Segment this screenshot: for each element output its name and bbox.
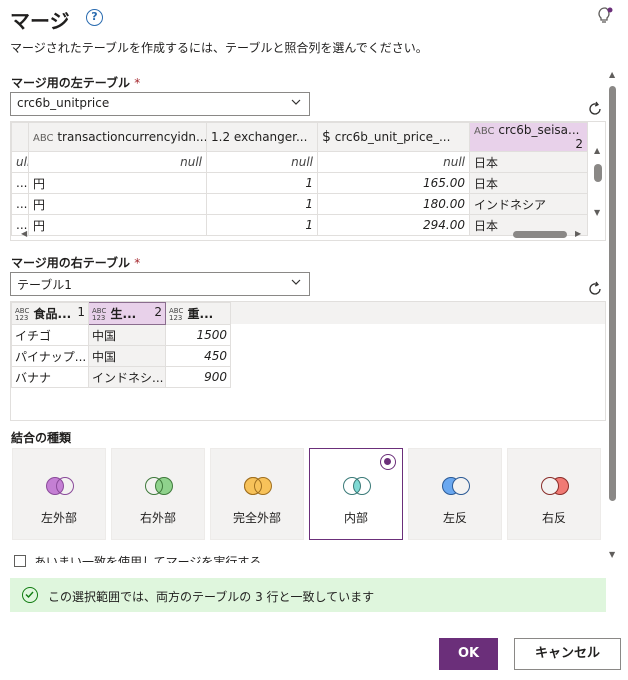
match-status-bar: この選択範囲では、両方のテーブルの 3 行と一致しています xyxy=(10,578,606,612)
column-header-selected[interactable]: ABC 123 生... 2 xyxy=(88,302,166,325)
right-table-label: マージ用の右テーブル * xyxy=(11,256,141,270)
right-table-select[interactable]: テーブル1 xyxy=(10,272,310,296)
scroll-left-icon: ◀ xyxy=(21,229,28,238)
join-option-right-outer[interactable]: 右外部 xyxy=(111,448,205,540)
table-row: パイナップ... 中国 450 xyxy=(11,345,231,367)
left-anti-join-icon xyxy=(442,477,470,495)
join-option-right-anti[interactable]: 右反 xyxy=(507,448,601,540)
merge-settings-panel: マージ用の左テーブル * crc6b_unitprice ABC transac… xyxy=(0,66,628,571)
refresh-icon[interactable] xyxy=(586,280,604,298)
left-outer-join-icon xyxy=(46,477,74,495)
check-circle-icon xyxy=(22,587,38,603)
join-option-left-anti[interactable]: 左反 xyxy=(408,448,502,540)
table-vertical-scrollbar[interactable]: ▲ ▼ xyxy=(591,144,605,228)
scroll-thumb xyxy=(513,231,567,238)
table-horizontal-scrollbar[interactable]: ◀ ▶ xyxy=(11,228,591,240)
inner-join-icon xyxy=(343,477,371,495)
right-table-select-value: テーブル1 xyxy=(17,278,72,292)
type-icon: ABC 123 xyxy=(92,306,107,322)
lightbulb-icon[interactable] xyxy=(596,6,614,26)
table-row: ... 円 1 180.00 インドネシア xyxy=(11,193,588,215)
type-icon: ABC 123 xyxy=(169,306,184,322)
left-table-select-value: crc6b_unitprice xyxy=(17,96,110,110)
scroll-down-icon: ▼ xyxy=(594,208,601,217)
column-header[interactable]: 1.2 exchanger... xyxy=(206,122,318,152)
join-option-inner[interactable]: 内部 xyxy=(309,448,403,540)
right-anti-join-icon xyxy=(541,477,569,495)
right-outer-join-icon xyxy=(145,477,173,495)
column-header[interactable]: ABC 123 食品... 1 xyxy=(11,302,89,325)
column-header-stub xyxy=(11,122,29,152)
left-table-label: マージ用の左テーブル * xyxy=(11,76,141,90)
table-row: ... 円 1 165.00 日本 xyxy=(11,172,588,194)
column-header[interactable]: ABC transactioncurrencyidn... xyxy=(28,122,207,152)
cancel-button[interactable]: キャンセル xyxy=(514,638,621,670)
table-row: ull null null null 日本 xyxy=(11,151,588,173)
fuzzy-match-checkbox[interactable] xyxy=(14,555,26,567)
dialog-title: マージ xyxy=(10,9,70,33)
scroll-thumb xyxy=(594,164,602,182)
help-icon[interactable]: ? xyxy=(86,9,103,26)
panel-vertical-scrollbar[interactable]: ▲ ▼ xyxy=(608,70,618,566)
selected-radio-icon xyxy=(380,454,396,470)
join-kind-label: 結合の種類 xyxy=(11,431,72,445)
table-row: バナナ インドネシ... 900 xyxy=(11,366,231,388)
left-table-select[interactable]: crc6b_unitprice xyxy=(10,92,310,116)
scroll-down-icon: ▼ xyxy=(609,550,616,559)
ok-button[interactable]: OK xyxy=(439,638,498,670)
column-header-selected[interactable]: ABC crc6b_seisa... 2 xyxy=(469,122,588,152)
column-header[interactable]: ABC 123 重... xyxy=(165,302,231,325)
full-outer-join-icon xyxy=(244,477,272,495)
chevron-down-icon xyxy=(291,279,301,285)
scroll-thumb xyxy=(609,86,616,501)
scroll-up-icon: ▲ xyxy=(609,70,616,79)
right-table-preview: ABC 123 食品... 1 ABC 123 生... 2 ABC 123 重... イ… xyxy=(10,301,606,421)
dialog-subtitle: マージされたテーブルを作成するには、テーブルと照合列を選んでください。 xyxy=(10,41,428,55)
type-icon: ABC 123 xyxy=(15,306,30,322)
fuzzy-match-label: あいまい一致を使用してマージを実行する xyxy=(34,555,262,563)
join-option-full-outer[interactable]: 完全外部 xyxy=(210,448,304,540)
chevron-down-icon xyxy=(291,99,301,105)
refresh-icon[interactable] xyxy=(586,100,604,118)
join-option-left-outer[interactable]: 左外部 xyxy=(12,448,106,540)
column-header[interactable]: $ crc6b_unit_price_... xyxy=(317,122,470,152)
match-status-text: この選択範囲では、両方のテーブルの 3 行と一致しています xyxy=(48,590,375,604)
table-row: イチゴ 中国 1500 xyxy=(11,324,231,346)
scroll-right-icon: ▶ xyxy=(575,229,582,238)
left-table-preview: ABC transactioncurrencyidn... 1.2 exchan… xyxy=(10,121,606,241)
scroll-up-icon: ▲ xyxy=(594,146,601,155)
